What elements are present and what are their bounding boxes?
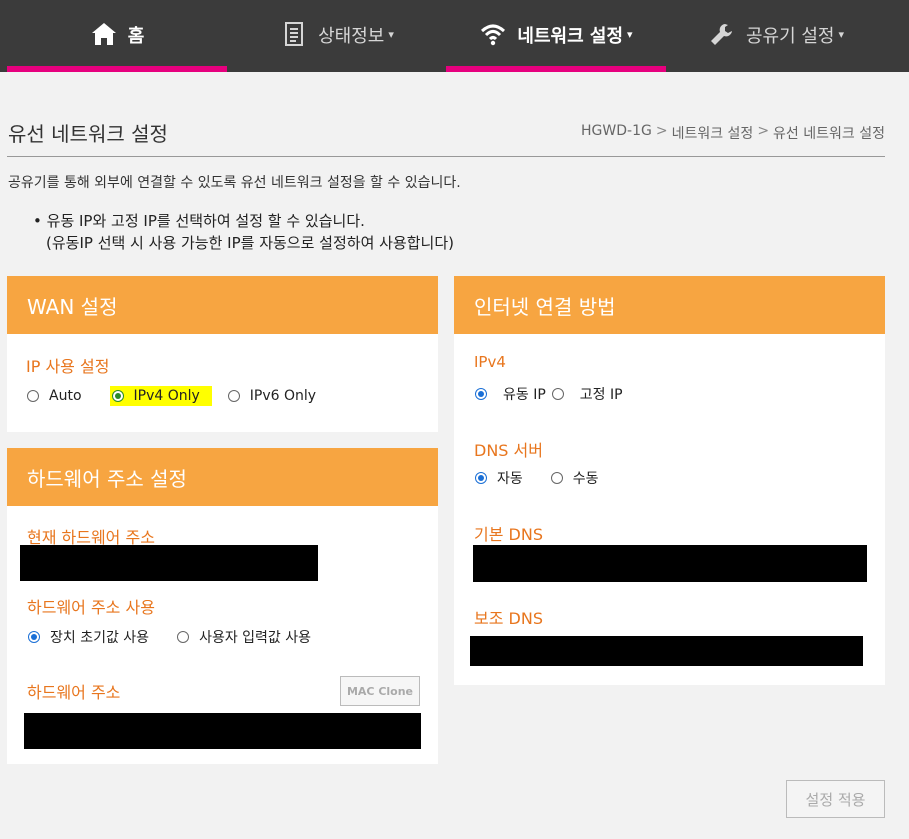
nav-status-label: 상태정보	[318, 26, 385, 47]
nav-home[interactable]: 홈	[7, 0, 227, 72]
radio-dynamic-ip[interactable]	[475, 388, 487, 400]
breadcrumb-item[interactable]: 네트워크 설정	[672, 123, 754, 143]
radio-auto[interactable]	[27, 390, 39, 402]
bullet: •	[33, 212, 42, 230]
radio-label-dns-auto: 자동	[497, 471, 523, 487]
secondary-dns-input[interactable]	[470, 636, 863, 666]
nav-network[interactable]: 네트워크 설정 ▾	[446, 0, 666, 72]
radio-label-user-input: 사용자 입력값 사용	[199, 630, 312, 646]
document-icon	[285, 22, 304, 46]
breadcrumb-item: 유선 네트워크 설정	[773, 126, 885, 142]
radio-ipv6-only[interactable]	[227, 390, 240, 402]
ip-option-auto[interactable]: Auto	[27, 388, 82, 404]
ip-usage-options: Auto IPv4 Only IPv6 Only	[27, 386, 316, 406]
nav-active-underline	[446, 66, 666, 72]
secondary-dns-label: 보조 DNS	[474, 609, 543, 628]
primary-dns-input[interactable]	[473, 545, 867, 582]
breadcrumb-separator: >	[655, 123, 668, 139]
radio-label-dynamic-ip: 유동 IP	[503, 387, 546, 403]
breadcrumb: HGWD-1G > 네트워크 설정 > 유선 네트워크 설정	[581, 123, 885, 143]
hardware-panel-title: 하드웨어 주소 설정	[7, 448, 438, 506]
hw-address-label: 하드웨어 주소	[27, 683, 121, 702]
hardware-panel: 하드웨어 주소 설정 현재 하드웨어 주소 하드웨어 주소 사용 장치 초기값 …	[7, 448, 438, 764]
apply-settings-button[interactable]: 설정 적용	[786, 780, 885, 818]
radio-ipv4-only[interactable]	[111, 390, 124, 402]
ipv4-option-static[interactable]: 고정 IP	[551, 384, 623, 404]
dns-option-auto[interactable]: 자동	[475, 468, 523, 488]
hw-option-user[interactable]: 사용자 입력값 사용	[177, 627, 311, 647]
nav-network-label: 네트워크 설정	[517, 26, 624, 47]
hw-address-input[interactable]	[24, 713, 421, 749]
radio-dns-manual[interactable]	[550, 472, 563, 484]
breadcrumb-item[interactable]: HGWD-1G	[581, 123, 652, 143]
divider	[7, 156, 885, 157]
note-text-1: 유동 IP와 고정 IP를 선택하여 설정 할 수 있습니다.	[46, 212, 365, 230]
nav-router-label: 공유기 설정	[745, 26, 835, 47]
page-title: 유선 네트워크 설정	[8, 122, 168, 146]
chevron-down-icon: ▾	[388, 28, 394, 41]
ip-option-ipv6-only[interactable]: IPv6 Only	[227, 388, 317, 404]
hw-address-usage-options: 장치 초기값 사용 사용자 입력값 사용	[28, 627, 311, 647]
ipv4-label: IPv4	[474, 353, 506, 371]
mac-clone-button[interactable]: MAC Clone	[340, 676, 420, 706]
breadcrumb-separator: >	[757, 123, 770, 139]
nav-active-underline	[7, 66, 227, 72]
home-icon	[91, 23, 116, 45]
ipv4-options: 유동 IP 고정 IP	[475, 384, 623, 404]
notes: • 유동 IP와 고정 IP를 선택하여 설정 할 수 있습니다. (유동IP …	[33, 210, 454, 254]
chevron-down-icon: ▾	[838, 28, 845, 41]
hw-option-default[interactable]: 장치 초기값 사용	[28, 627, 149, 647]
nav-router[interactable]: 공유기 설정 ▾	[666, 0, 886, 72]
radio-dns-auto[interactable]	[475, 472, 487, 484]
wifi-icon	[481, 24, 506, 46]
primary-dns-label: 기본 DNS	[474, 525, 543, 544]
ip-option-ipv4-only[interactable]: IPv4 Only	[109, 386, 212, 406]
radio-static-ip[interactable]	[551, 388, 564, 400]
wan-panel-title: WAN 설정	[7, 276, 438, 334]
internet-panel: 인터넷 연결 방법 IPv4 유동 IP 고정 IP DNS 서버 자동 수동 …	[454, 276, 885, 685]
radio-label-auto: Auto	[49, 388, 82, 404]
top-navigation: 홈 상태정보 ▾ 네트워크 설정 ▾ 공유기 설정 ▾	[0, 0, 909, 72]
radio-label-device-default: 장치 초기값 사용	[50, 630, 150, 646]
chevron-down-icon: ▾	[627, 28, 633, 41]
radio-user-input[interactable]	[177, 631, 190, 643]
ipv4-option-dynamic[interactable]: 유동 IP	[475, 384, 546, 404]
wrench-icon	[710, 24, 732, 45]
nav-home-label: 홈	[127, 26, 145, 47]
ip-usage-label: IP 사용 설정	[26, 357, 110, 376]
radio-label-static-ip: 고정 IP	[579, 387, 623, 403]
radio-label-dns-manual: 수동	[572, 471, 599, 487]
wan-panel: WAN 설정 IP 사용 설정 Auto IPv4 Only IPv6 Only	[7, 276, 438, 432]
current-hw-address-value	[20, 545, 318, 581]
dns-option-manual[interactable]: 수동	[550, 468, 599, 488]
dns-options: 자동 수동	[475, 468, 599, 488]
radio-label-ipv4-only: IPv4 Only	[133, 388, 200, 404]
note-line-2: (유동IP 선택 시 사용 가능한 IP를 자동으로 설정하여 사용합니다)	[46, 234, 454, 252]
hw-address-usage-label: 하드웨어 주소 사용	[27, 598, 155, 617]
nav-status[interactable]: 상태정보 ▾	[227, 0, 447, 72]
radio-device-default[interactable]	[28, 631, 40, 643]
dns-server-label: DNS 서버	[474, 441, 543, 460]
note-line-1: • 유동 IP와 고정 IP를 선택하여 설정 할 수 있습니다.	[33, 210, 454, 232]
radio-label-ipv6-only: IPv6 Only	[249, 388, 317, 404]
internet-panel-title: 인터넷 연결 방법	[454, 276, 885, 334]
page-description: 공유기를 통해 외부에 연결할 수 있도록 유선 네트워크 설정을 할 수 있습…	[8, 175, 461, 191]
